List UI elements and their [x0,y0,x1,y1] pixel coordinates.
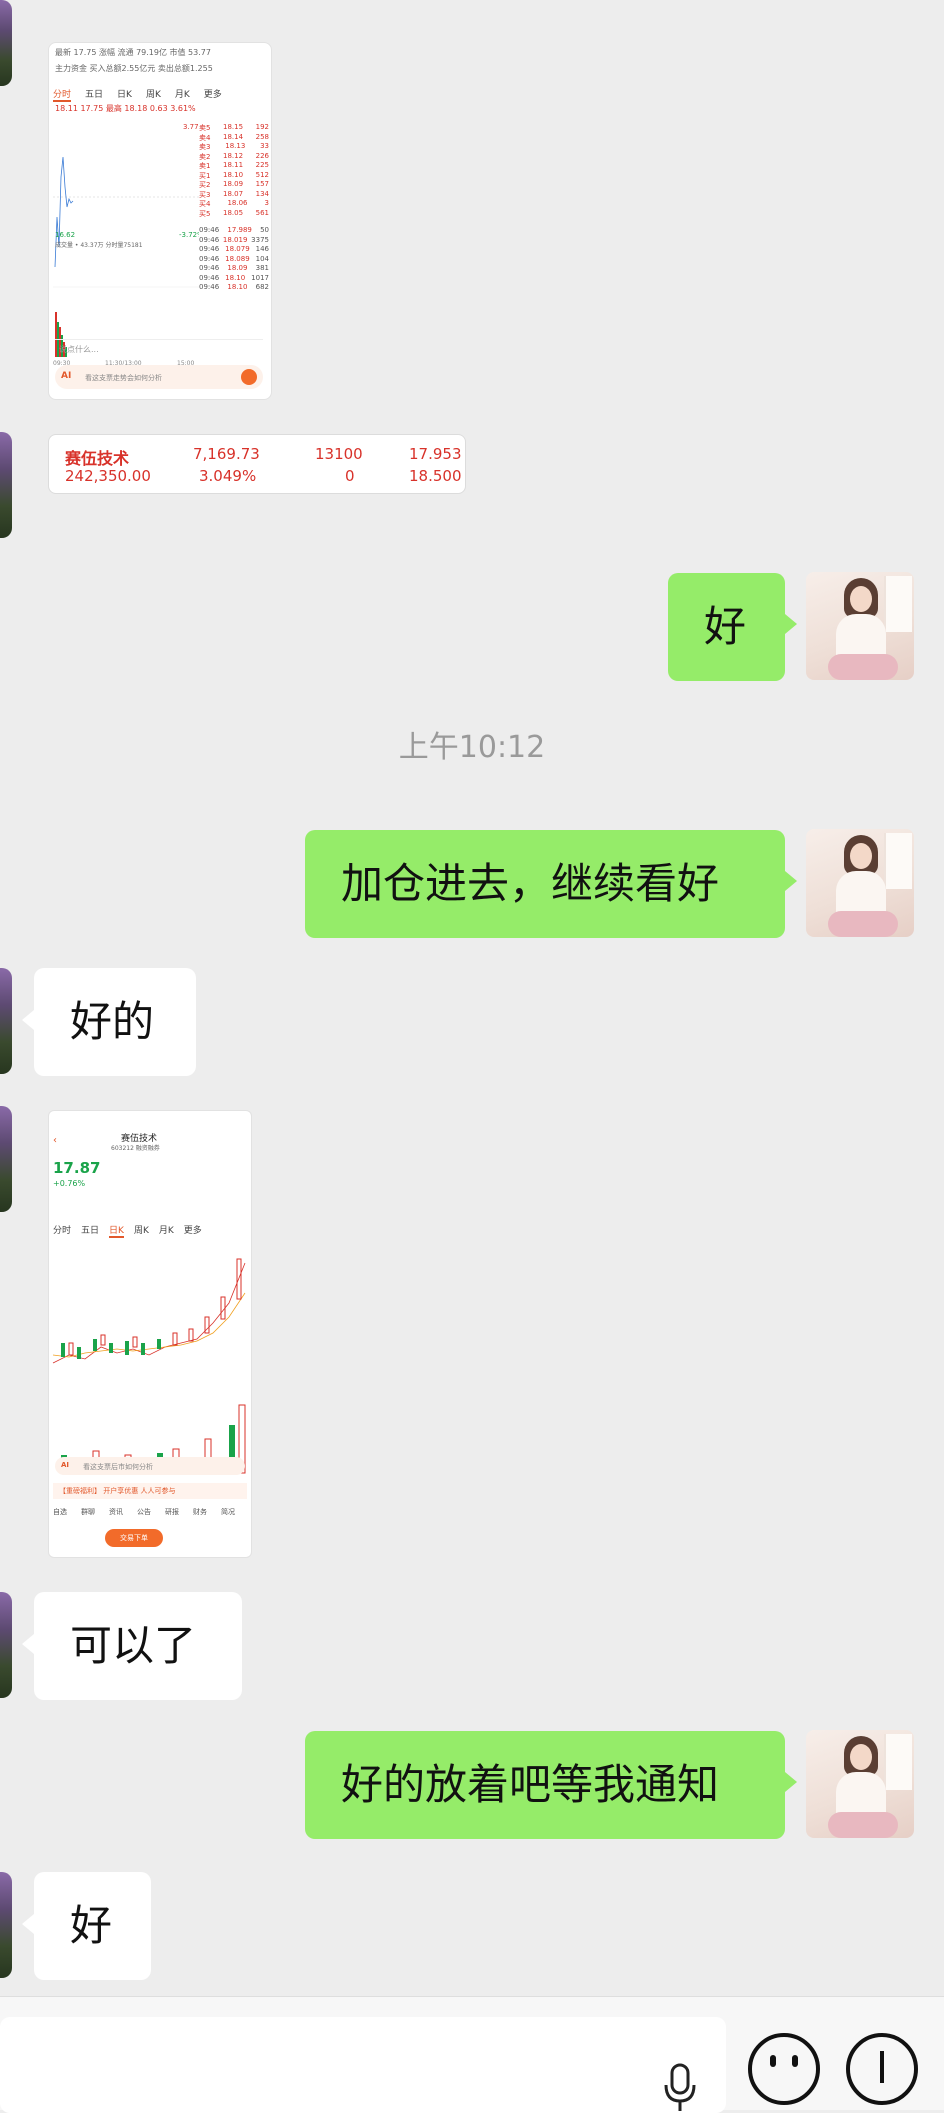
nav-item: 群聊 [81,1508,95,1516]
ai-text: 看这支票后市如何分析 [83,1463,153,1471]
my-avatar[interactable] [806,572,914,680]
nav-item: 自选 [53,1508,67,1516]
tab-more: 更多 [183,1226,202,1236]
message-bubble-received[interactable]: 可以了 [34,1592,242,1700]
microphone-icon[interactable] [662,2063,698,2113]
bubble-tail [22,1634,34,1654]
message-bubble-sent[interactable]: 好 [668,573,785,681]
stock-screenshot-image[interactable]: ‹ 赛伍技术 603212 融资融券 17.87 +0.76% 分时 五日 日K… [48,1110,252,1558]
chat-input-bar [0,1996,944,2113]
bubble-tail [22,1914,34,1934]
bubble-tail [785,871,797,891]
tab-daily: 日K [109,1223,124,1238]
quote-value-5: 3.049% [199,467,257,485]
contact-avatar[interactable] [0,1872,12,1978]
tab-fenshi: 分时 [53,1226,72,1236]
ai-icon: AI [61,1461,70,1469]
tab-weekly: 周K [145,90,161,100]
emoji-icon[interactable] [748,2033,820,2105]
bubble-tail [785,1772,797,1792]
message-text: 加仓进去，继续看好 [341,859,720,908]
quote-value-2: 13100 [315,445,363,463]
promo-text: 【重磅福利】 开户享优惠 人人可参与 [59,1487,176,1495]
more-options-icon[interactable] [846,2033,918,2105]
stock-change: +0.76% [53,1179,86,1188]
back-icon: ‹ [53,1135,57,1146]
message-text: 可以了 [70,1621,197,1670]
contact-avatar[interactable] [0,1592,12,1698]
contact-avatar[interactable] [0,0,12,86]
ai-assistant-bar: AI 看这支票走势会如何分析 [55,365,263,389]
message-bubble-received[interactable]: 好 [34,1872,151,1980]
message-input[interactable] [0,2017,726,2113]
ai-assistant-bar: AI 看这支票后市如何分析 [55,1457,245,1475]
pct-up-label: 3.77% [183,123,199,131]
candlestick-chart [52,1258,246,1364]
message-bubble-received[interactable]: 好的 [34,968,196,1076]
tab-monthly: 月K [158,1226,174,1236]
tab-fenshi: 分时 [53,87,72,102]
nav-item: 财务 [193,1508,207,1516]
tab-5day: 五日 [81,1226,100,1236]
nav-item: 研报 [165,1508,179,1516]
period-tabs: 分时 五日 日K 周K 月K 更多 [53,1223,247,1238]
stock-screenshot-image[interactable]: 最新 17.75 涨幅 流通 79.19亿 市值 53.77 主力资金 买入总额… [48,42,272,400]
ai-text: 看这支票走势会如何分析 [85,374,162,382]
message-bubble-sent[interactable]: 加仓进去，继续看好 [305,830,785,938]
intraday-chart: 3.77% 16.62 -3.72% 成交量 • 43.37万 分时量75181… [53,117,206,367]
tab-monthly: 月K [174,90,190,100]
contact-avatar[interactable] [0,432,12,538]
price-line: 18.11 17.75 最高 18.18 0.63 3.61% [55,104,196,113]
quote-value-3: 17.953 [409,445,462,463]
my-avatar[interactable] [806,1730,914,1838]
bubble-tail [22,1010,34,1030]
message-text: 好 [70,1901,113,1950]
send-icon [241,369,257,385]
stock-quote-card[interactable]: 赛伍技术 7,169.73 13100 17.953 242,350.00 3.… [48,434,466,494]
period-tabs: 分时 五日 日K 周K 月K 更多 [53,87,267,102]
tab-5day: 五日 [85,90,104,100]
stock-code: 603212 融资融券 [111,1145,160,1152]
message-bubble-sent[interactable]: 好的放着吧等我通知 [305,1731,785,1839]
contact-avatar[interactable] [0,1106,12,1212]
promo-banner: 【重磅福利】 开户享优惠 人人可参与 [53,1483,247,1499]
order-book: 卖5 18.15 192 卖4 18.14 258 卖3 18.13 33 卖2 18.12 2… [199,123,269,291]
message-text: 好 [704,602,747,651]
my-avatar[interactable] [806,829,914,937]
tab-daily: 日K [117,90,132,100]
volume-line: 成交量 • 43.37万 分时量75181 [55,241,143,249]
comment-placeholder: 说点什么... [59,345,99,354]
message-text: 好的 [70,997,155,1046]
stock-header: 最新 17.75 涨幅 流通 79.19亿 市值 53.77 [55,48,211,57]
message-timestamp: 上午10:12 [398,730,546,765]
ai-icon: AI [61,371,72,381]
message-text: 好的放着吧等我通知 [341,1760,720,1809]
tab-more: 更多 [203,90,222,100]
nav-item: 简况 [221,1508,235,1516]
stock-name: 赛伍技术 [65,449,130,468]
trade-button: 交易下单 [105,1529,163,1547]
bubble-tail [785,614,797,634]
quote-value-4: 242,350.00 [65,467,151,485]
tab-weekly: 周K [133,1226,149,1236]
quote-value-6: 0 [345,467,355,485]
contact-avatar[interactable] [0,968,12,1074]
pct-down-label: -3.72% [179,231,199,239]
stock-price: 17.87 [53,1159,101,1177]
quote-value-7: 18.500 [409,467,462,485]
bottom-nav: 自选 群聊 资讯 公告 研报 财务 简况 [53,1507,247,1517]
quote-value-1: 7,169.73 [193,445,260,463]
low-price-label: 16.62 [55,231,75,239]
stock-subheader: 主力资金 买入总额2.55亿元 卖出总额1.255 [55,64,213,73]
nav-item: 资讯 [109,1508,123,1516]
comment-input: 说点什么... [55,339,263,360]
nav-item: 公告 [137,1508,151,1516]
